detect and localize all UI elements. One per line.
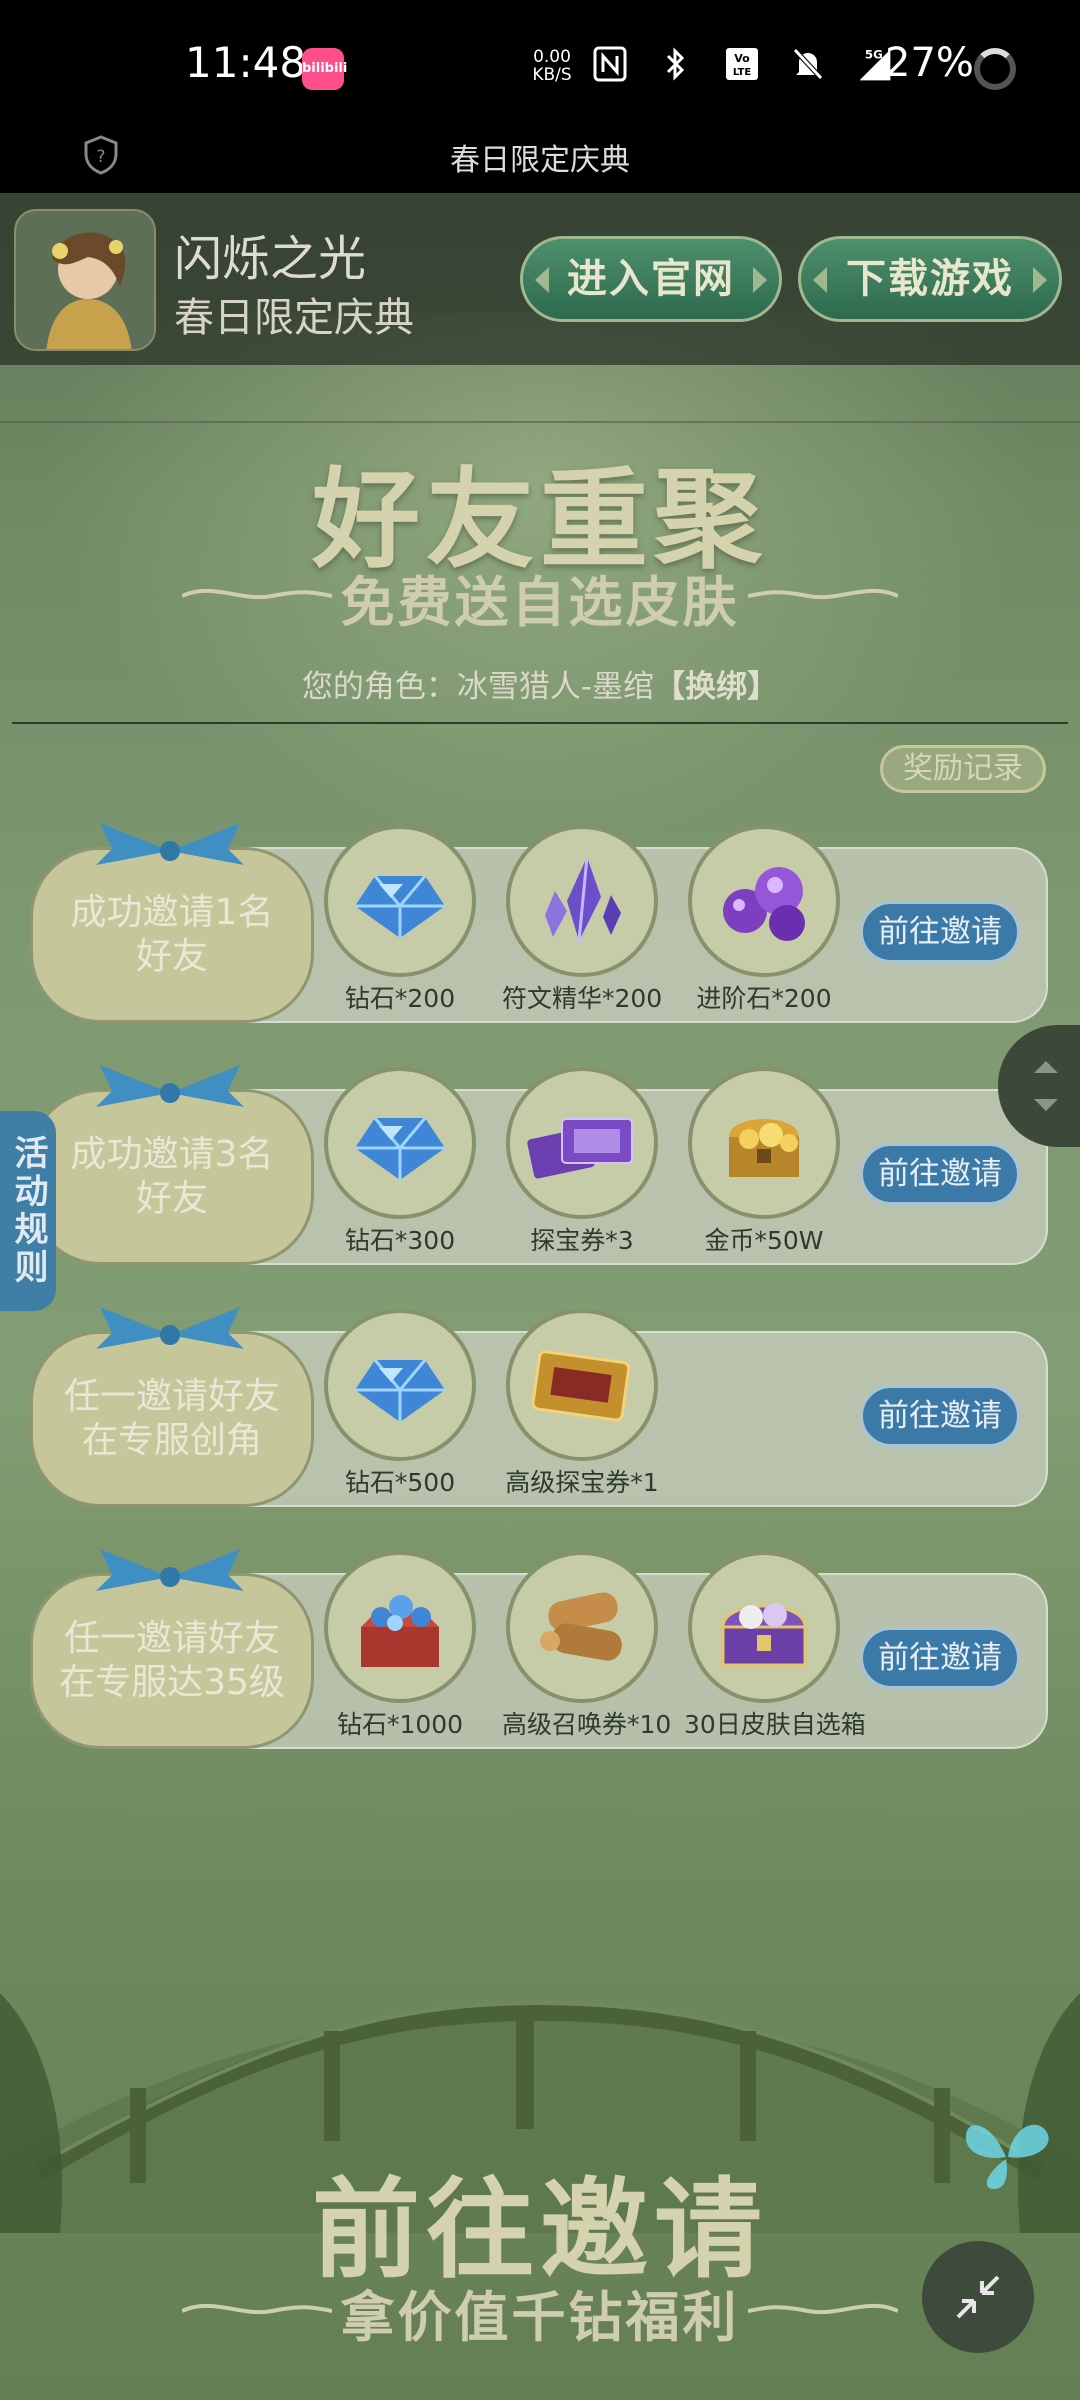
ribbon-bow-icon <box>96 1065 244 1107</box>
task-card: 任一邀请好友在专服创角 钻石*500 高级探宝券*1 前往邀请 <box>30 1307 1048 1507</box>
ribbon-bow-icon <box>96 1307 244 1349</box>
go-invite-button[interactable]: 前往邀请 <box>860 1627 1020 1689</box>
bluetooth-icon <box>656 44 696 84</box>
reward-record-button[interactable]: 奖励记录 <box>880 745 1046 793</box>
bottom-subtitle: 拿价值千钻福利 <box>340 2286 740 2349</box>
reward-label: 金币*50W <box>704 1226 824 1255</box>
role-info: 您的角色：冰雪猎人-墨绾【换绑】 <box>0 661 1080 706</box>
reward-item: 高级召唤券*10 <box>502 1551 672 1741</box>
diamond-icon <box>324 825 476 977</box>
activity-rules-tab[interactable]: 活动规则 <box>0 1111 56 1311</box>
bilibili-notification-icon: bilibili <box>302 48 347 90</box>
reward-item: 钻石*200 <box>320 825 480 1015</box>
diamond-icon <box>324 1309 476 1461</box>
reward-item: 高级探宝券*1 <box>502 1309 662 1499</box>
go-invite-button[interactable]: 前往邀请 <box>860 901 1020 963</box>
reward-item: 探宝券*3 <box>502 1067 662 1257</box>
premium-treasure-ticket-icon <box>506 1309 658 1461</box>
reward-item: 金币*50W <box>684 1067 844 1257</box>
minimize-button[interactable] <box>922 2241 1034 2353</box>
task-card: 成功邀请3名好友 钻石*300 探宝券*3 金币*50W 前往邀请 <box>30 1065 1048 1265</box>
reward-label: 进阶石*200 <box>696 984 832 1013</box>
task-condition: 成功邀请3名好友 <box>30 1089 314 1265</box>
game-header: 闪烁之光 春日限定庆典 进入官网 下载游戏 <box>0 193 1080 365</box>
banner-subtitle: 免费送自选皮肤 <box>340 571 740 634</box>
reward-label: 钻石*1000 <box>336 1710 464 1739</box>
battery-percent: 27% <box>885 40 974 86</box>
status-bar: 11:48 bilibili 0.00 KB/S Vo LTE 5G 27% <box>0 0 1080 135</box>
role-name: 您的角色：冰雪猎人-墨绾 <box>301 669 655 705</box>
network-speed-unit: KB/S <box>532 65 572 85</box>
go-invite-button[interactable]: 前往邀请 <box>860 1385 1020 1447</box>
reward-label: 30日皮肤自选箱 <box>684 1710 866 1739</box>
network-type: 5G <box>865 48 883 62</box>
task-card: 成功邀请1名好友 钻石*200 符文精华*200 进阶石*200 前往邀请 <box>30 823 1048 1023</box>
download-game-button[interactable]: 下载游戏 <box>798 236 1062 322</box>
status-time: 11:48 <box>185 38 307 87</box>
reward-label: 钻石*500 <box>344 1468 456 1497</box>
reward-label: 探宝券*3 <box>530 1226 634 1255</box>
reward-label: 钻石*300 <box>344 1226 456 1255</box>
rune-crystal-icon <box>506 825 658 977</box>
network-speed-value: 0.00 <box>533 47 571 67</box>
ribbon-bow-icon <box>96 823 244 865</box>
reward-label: 高级探宝券*1 <box>505 1468 659 1497</box>
go-invite-button[interactable]: 前往邀请 <box>860 1143 1020 1205</box>
skin-chest-icon <box>688 1551 840 1703</box>
battery-ring-icon <box>974 48 1016 90</box>
game-name: 闪烁之光 <box>174 231 367 287</box>
reward-item: 钻石*300 <box>320 1067 480 1257</box>
svg-text:LTE: LTE <box>733 67 752 78</box>
event-page: 闪烁之光 春日限定庆典 进入官网 下载游戏 好友重聚 免费送自选皮肤 您的角色：… <box>0 193 1080 2400</box>
divider <box>12 722 1068 724</box>
svg-text:Vo: Vo <box>734 52 750 65</box>
reward-label: 钻石*200 <box>344 984 456 1013</box>
network-speed: 0.00 KB/S <box>527 48 577 84</box>
reward-label: 高级召唤券*10 <box>502 1710 672 1739</box>
diamond-icon <box>324 1067 476 1219</box>
summon-scroll-icon <box>506 1551 658 1703</box>
official-site-button[interactable]: 进入官网 <box>520 236 782 322</box>
nfc-icon <box>590 44 630 84</box>
volte-icon: Vo LTE <box>722 44 762 84</box>
gold-chest-icon <box>688 1067 840 1219</box>
banner-top-line <box>0 421 1080 423</box>
diamond-box-icon <box>324 1551 476 1703</box>
reward-item: 进阶石*200 <box>684 825 844 1015</box>
rebind-link[interactable]: 【换绑】 <box>654 669 778 705</box>
page-title: 春日限定庆典 <box>450 143 630 178</box>
mute-bell-icon <box>788 44 828 84</box>
reward-item: 钻石*500 <box>320 1309 480 1499</box>
game-app-icon <box>14 209 156 351</box>
ribbon-bow-icon <box>96 1549 244 1591</box>
task-condition: 成功邀请1名好友 <box>30 847 314 1023</box>
webview-title-bar: ? 春日限定庆典 <box>0 135 1080 193</box>
reward-label: 符文精华*200 <box>502 984 663 1013</box>
reward-item: 符文精华*200 <box>502 825 662 1015</box>
game-subtitle: 春日限定庆典 <box>174 295 414 341</box>
reward-item: 30日皮肤自选箱 <box>684 1551 866 1741</box>
butterfly-icon <box>965 2124 1049 2189</box>
advance-stone-icon <box>688 825 840 977</box>
task-card: 任一邀请好友在专服达35级 钻石*1000 高级召唤券*10 30日皮肤自选箱 … <box>30 1549 1048 1749</box>
status-icons: Vo LTE 5G <box>590 44 894 84</box>
scroll-handle[interactable] <box>998 1025 1080 1147</box>
task-condition: 任一邀请好友在专服达35级 <box>30 1573 314 1749</box>
task-condition: 任一邀请好友在专服创角 <box>30 1331 314 1507</box>
reward-item: 钻石*1000 <box>320 1551 480 1741</box>
treasure-ticket-icon <box>506 1067 658 1219</box>
